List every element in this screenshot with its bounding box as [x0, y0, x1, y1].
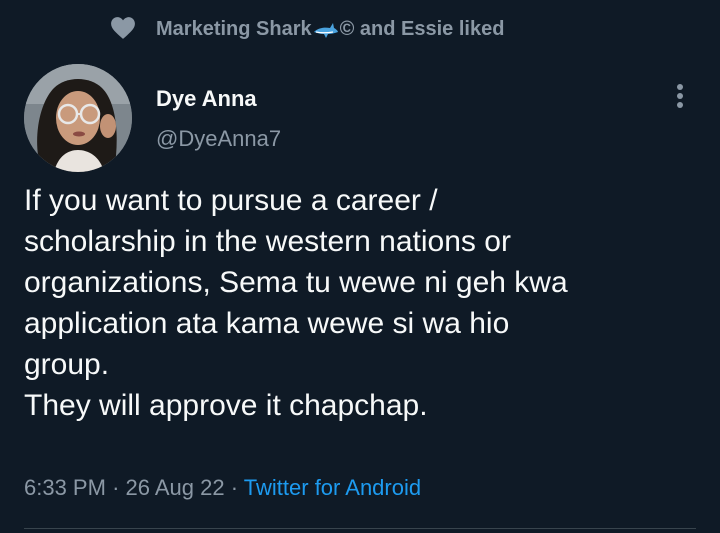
tweet-text-line: scholarship in the western nations or	[24, 225, 511, 258]
meta-separator: ·	[112, 475, 120, 500]
social-context-prefix: Marketing Shark	[156, 18, 312, 40]
meta-separator: ·	[230, 475, 239, 500]
tweet-date[interactable]: 26 Aug 22	[126, 475, 225, 500]
more-icon-dot	[677, 84, 683, 90]
tweet-text-line: group.	[24, 348, 110, 381]
more-icon-dot	[677, 93, 683, 99]
tweet-source-link[interactable]: Twitter for Android	[244, 475, 421, 500]
tweet-text-line: If you want to pursue a career /	[24, 184, 438, 217]
shark-icon	[313, 22, 338, 38]
tweet-metadata: 6:33 PM · 26 Aug 22 · Twitter for Androi…	[24, 475, 421, 501]
avatar-image	[24, 64, 132, 172]
more-icon-dot	[677, 102, 683, 108]
more-options-button[interactable]	[668, 80, 692, 112]
tweet-card: Marketing Shark © and Essie liked Dye An…	[0, 0, 720, 533]
author-display-name[interactable]: Dye Anna	[156, 86, 257, 112]
tweet-time[interactable]: 6:33 PM	[24, 475, 106, 500]
divider	[24, 528, 696, 529]
heart-icon	[111, 17, 135, 39]
tweet-text-line: organizations, Sema tu wewe ni geh kwa	[24, 266, 568, 299]
social-context-suffix: © and Essie liked	[339, 18, 505, 40]
avatar[interactable]	[24, 64, 132, 172]
tweet-text: If you want to pursue a career / scholar…	[24, 180, 704, 426]
author-handle[interactable]: @DyeAnna7	[156, 126, 281, 152]
tweet-text-line: application ata kama wewe si wa hio	[24, 307, 510, 340]
social-context[interactable]: Marketing Shark © and Essie liked	[156, 18, 504, 41]
tweet-text-line: They will approve it chapchap.	[24, 389, 428, 422]
